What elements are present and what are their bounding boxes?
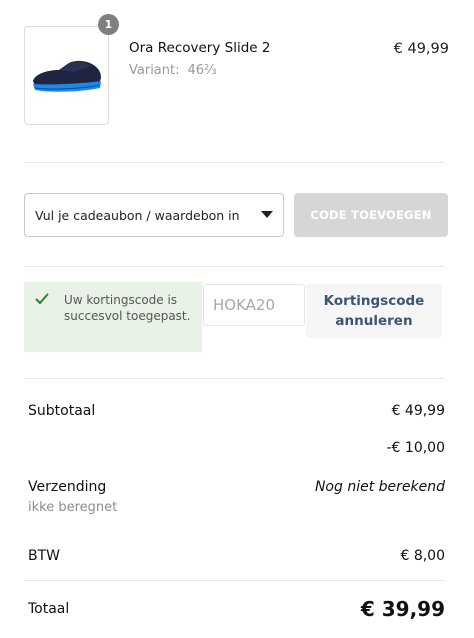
slide-sandal-icon xyxy=(33,60,101,92)
subtotal-value: € 49,99 xyxy=(391,403,445,419)
variant-value: 46⅔ xyxy=(187,63,217,78)
subtotal-label: Subtotaal xyxy=(28,403,96,419)
shipping-sublabel: ikke beregnet xyxy=(28,500,118,515)
discount-code-input[interactable]: HOKA20 xyxy=(203,284,305,326)
divider xyxy=(24,378,444,379)
total-label: Totaal xyxy=(28,601,70,617)
product-name: Ora Recovery Slide 2 xyxy=(129,40,271,56)
add-code-button[interactable]: CODE TOEVOEGEN xyxy=(294,193,448,237)
checkmark-icon xyxy=(35,293,49,304)
tax-value: € 8,00 xyxy=(400,548,445,564)
giftcard-select-text: Vul je cadeaubon / waardebon in xyxy=(35,208,240,223)
chevron-down-icon xyxy=(261,211,273,218)
total-value: € 39,99 xyxy=(360,597,445,621)
divider xyxy=(24,162,444,163)
giftcard-select[interactable]: Vul je cadeaubon / waardebon in xyxy=(24,193,284,237)
tax-label: BTW xyxy=(28,548,60,564)
quantity-badge: 1 xyxy=(98,14,119,35)
discount-success-message: Uw kortingscode is succesvol toegepast. xyxy=(24,282,202,352)
shipping-value: Nog niet berekend xyxy=(314,479,445,495)
product-price: € 49,99 xyxy=(393,41,449,57)
divider xyxy=(24,266,444,267)
product-variant: Variant: 46⅔ xyxy=(129,63,217,78)
divider xyxy=(24,580,444,581)
cancel-discount-button[interactable]: Kortingscode annuleren xyxy=(306,284,442,338)
variant-label: Variant: xyxy=(129,63,180,78)
success-text: Uw kortingscode is succesvol toegepast. xyxy=(64,293,191,323)
product-thumbnail[interactable] xyxy=(24,26,109,125)
shipping-label: Verzending xyxy=(28,479,107,495)
discount-value: -€ 10,00 xyxy=(386,440,446,456)
